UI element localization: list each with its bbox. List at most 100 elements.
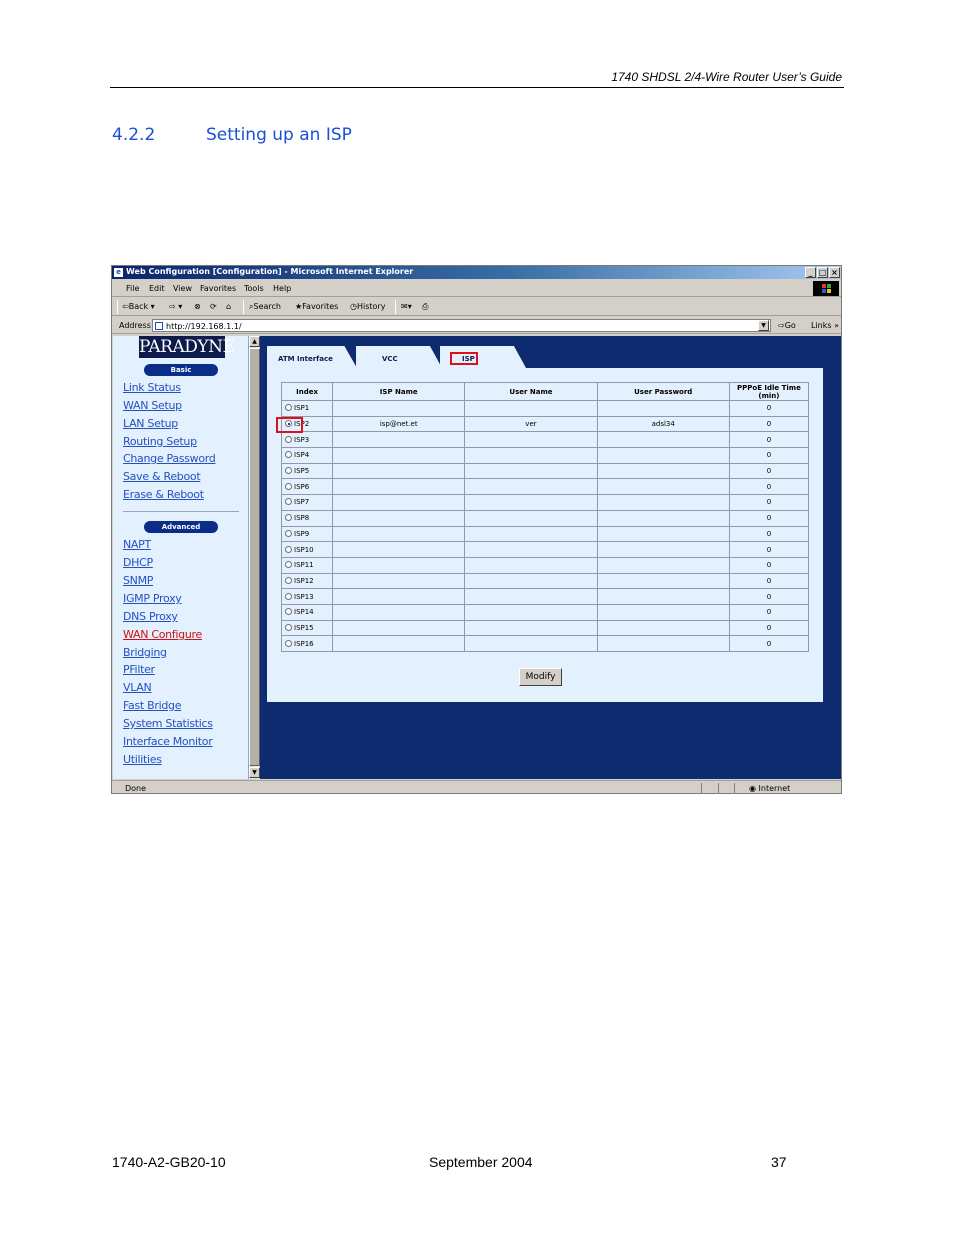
home-icon[interactable]: ⌂ bbox=[226, 302, 231, 311]
nav-snmp[interactable]: SNMP bbox=[123, 574, 153, 587]
isp-select-radio[interactable] bbox=[285, 404, 292, 412]
nav-wan-configure[interactable]: WAN Configure bbox=[123, 628, 202, 641]
nav-interface-monitor[interactable]: Interface Monitor bbox=[123, 735, 213, 748]
isp-index-cell[interactable]: ISP6 bbox=[282, 479, 333, 495]
isp-index-cell[interactable]: ISP1 bbox=[282, 401, 333, 416]
isp-select-radio[interactable] bbox=[285, 482, 292, 490]
menu-help[interactable]: Help bbox=[273, 284, 291, 293]
isp-select-radio[interactable] bbox=[285, 467, 292, 475]
isp-index-cell[interactable]: ISP8 bbox=[282, 510, 333, 526]
user-password-cell bbox=[597, 589, 729, 604]
nav-igmp-proxy[interactable]: IGMP Proxy bbox=[123, 592, 182, 605]
back-label: Back bbox=[128, 302, 149, 311]
isp-select-radio[interactable] bbox=[285, 435, 292, 443]
isp-index-label: ISP15 bbox=[294, 623, 314, 632]
isp-select-radio[interactable] bbox=[285, 561, 292, 569]
menu-edit[interactable]: Edit bbox=[149, 284, 165, 293]
sidebar-scrollbar[interactable]: ▲ ▼ bbox=[249, 336, 260, 779]
back-button[interactable]: ⇦Back ▾ bbox=[122, 302, 155, 311]
isp-index-cell[interactable]: ISP14 bbox=[282, 604, 333, 620]
search-button[interactable]: ⌕Search bbox=[249, 302, 281, 312]
menu-file[interactable]: File bbox=[126, 284, 139, 293]
isp-select-radio[interactable] bbox=[285, 608, 292, 616]
menu-favorites[interactable]: Favorites bbox=[200, 284, 236, 293]
selected-radio-highlight bbox=[276, 417, 303, 433]
nav-vlan[interactable]: VLAN bbox=[123, 681, 152, 694]
nav-bridging[interactable]: Bridging bbox=[123, 646, 167, 659]
forward-button[interactable]: ⇨ ▾ bbox=[169, 302, 182, 311]
isp-select-radio[interactable] bbox=[285, 498, 292, 506]
stop-icon[interactable]: ⊗ bbox=[194, 302, 201, 311]
modify-button[interactable]: Modify bbox=[519, 668, 562, 686]
nav-save-reboot[interactable]: Save & Reboot bbox=[123, 470, 201, 483]
address-dropdown-button[interactable]: ▼ bbox=[758, 320, 769, 331]
print-icon[interactable]: ⎙ bbox=[422, 302, 428, 312]
toolbar-separator bbox=[395, 300, 396, 314]
tab-atm-interface[interactable]: ATM Interface bbox=[267, 346, 357, 368]
toolbar: ⇦Back ▾ ⇨ ▾ ⊗ ⟳ ⌂ ⌕Search ★Favorites ◷Hi… bbox=[112, 298, 841, 316]
nav-napt[interactable]: NAPT bbox=[123, 538, 151, 551]
isp-index-cell[interactable]: ISP15 bbox=[282, 620, 333, 636]
nav-link-status[interactable]: Link Status bbox=[123, 381, 181, 394]
scroll-up-icon[interactable]: ▲ bbox=[249, 336, 260, 347]
history-button[interactable]: ◷History bbox=[350, 302, 385, 311]
mail-icon[interactable]: ✉▾ bbox=[401, 302, 412, 311]
nav-routing-setup[interactable]: Routing Setup bbox=[123, 435, 197, 448]
menu-view[interactable]: View bbox=[173, 284, 192, 293]
isp-name-cell bbox=[333, 479, 465, 495]
idle-time-cell: 0 bbox=[729, 463, 808, 479]
links-button[interactable]: Links » bbox=[811, 321, 839, 330]
nav-lan-setup[interactable]: LAN Setup bbox=[123, 417, 178, 430]
user-name-cell bbox=[465, 542, 597, 557]
scroll-thumb[interactable] bbox=[249, 348, 260, 766]
isp-select-radio[interactable] bbox=[285, 592, 292, 600]
user-name-cell bbox=[465, 401, 597, 416]
isp-index-cell[interactable]: ISP13 bbox=[282, 589, 333, 604]
tab-vcc[interactable]: VCC bbox=[356, 346, 442, 368]
isp-index-cell[interactable]: ISP5 bbox=[282, 463, 333, 479]
user-name-cell bbox=[465, 636, 597, 651]
favorites-label: Favorites bbox=[302, 302, 339, 311]
minimize-button[interactable]: _ bbox=[805, 267, 816, 278]
isp-select-radio[interactable] bbox=[285, 639, 292, 647]
isp-select-radio[interactable] bbox=[285, 623, 292, 631]
user-password-cell bbox=[597, 526, 729, 542]
nav-dhcp[interactable]: DHCP bbox=[123, 556, 153, 569]
isp-name-cell: isp@net.et bbox=[333, 416, 465, 432]
user-password-cell bbox=[597, 636, 729, 651]
isp-index-cell[interactable]: ISP16 bbox=[282, 636, 333, 651]
isp-index-cell[interactable]: ISP10 bbox=[282, 542, 333, 557]
isp-index-cell[interactable]: ISP3 bbox=[282, 432, 333, 448]
nav-wan-setup[interactable]: WAN Setup bbox=[123, 399, 182, 412]
nav-utilities[interactable]: Utilities bbox=[123, 753, 162, 766]
isp-select-radio[interactable] bbox=[285, 529, 292, 537]
isp-index-cell[interactable]: ISP7 bbox=[282, 495, 333, 510]
address-input[interactable]: http://192.168.1.1/ bbox=[152, 319, 771, 332]
nav-fast-bridge[interactable]: Fast Bridge bbox=[123, 699, 181, 712]
isp-select-radio[interactable] bbox=[285, 514, 292, 522]
isp-index-cell[interactable]: ISP9 bbox=[282, 526, 333, 542]
isp-select-radio[interactable] bbox=[285, 576, 292, 584]
nav-system-statistics[interactable]: System Statistics bbox=[123, 717, 213, 730]
refresh-icon[interactable]: ⟳ bbox=[210, 302, 217, 311]
isp-select-radio[interactable] bbox=[285, 451, 292, 459]
favorites-button[interactable]: ★Favorites bbox=[295, 302, 338, 311]
maximize-button[interactable]: □ bbox=[817, 267, 828, 278]
isp-name-cell bbox=[333, 463, 465, 479]
col-pppoe-idle-time-unit: (min) bbox=[758, 391, 780, 400]
scroll-down-icon[interactable]: ▼ bbox=[249, 767, 260, 778]
window-title-bar[interactable]: e Web Configuration [Configuration] - Mi… bbox=[112, 266, 841, 279]
isp-select-radio[interactable] bbox=[285, 545, 292, 553]
nav-erase-reboot[interactable]: Erase & Reboot bbox=[123, 488, 204, 501]
go-button[interactable]: ⇨Go bbox=[778, 321, 796, 330]
isp-index-cell[interactable]: ISP11 bbox=[282, 557, 333, 573]
close-button[interactable]: × bbox=[829, 267, 840, 278]
menu-tools[interactable]: Tools bbox=[244, 284, 264, 293]
nav-pfilter[interactable]: PFilter bbox=[123, 663, 155, 676]
nav-change-password[interactable]: Change Password bbox=[123, 452, 216, 465]
table-row: ISP15 0 bbox=[282, 620, 808, 636]
isp-index-cell[interactable]: ISP12 bbox=[282, 573, 333, 589]
isp-index-cell[interactable]: ISP4 bbox=[282, 448, 333, 463]
isp-panel: Index ISP Name User Name User Password P… bbox=[267, 368, 823, 702]
nav-dns-proxy[interactable]: DNS Proxy bbox=[123, 610, 178, 623]
